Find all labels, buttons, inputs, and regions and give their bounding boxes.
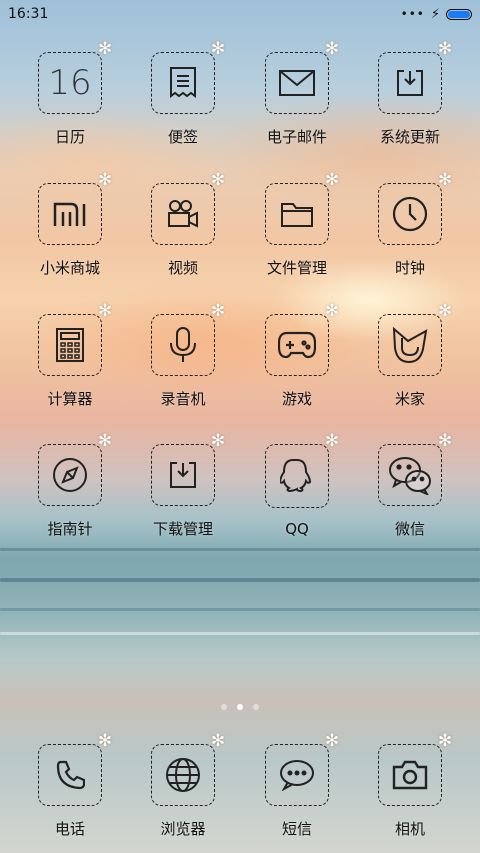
app-download-manager[interactable]: ✻ 下载管理 xyxy=(131,424,235,539)
flower-decoration-icon: ✻ xyxy=(324,301,340,321)
status-time: 16:31 xyxy=(8,6,49,22)
page-indicator-dot[interactable] xyxy=(221,704,227,710)
phone-icon: ✻ xyxy=(38,733,112,806)
microphone-icon: ✻ xyxy=(151,303,225,376)
app-label: 电子邮件 xyxy=(266,128,327,146)
app-label: 微信 xyxy=(394,520,425,538)
folder-icon: ✻ xyxy=(265,172,339,245)
flower-decoration-icon: ✻ xyxy=(324,731,340,751)
app-label: 短信 xyxy=(281,820,312,838)
status-bar: 16:31 ••• ⚡ xyxy=(0,0,480,28)
app-mi-store[interactable]: ✻ 小米商城 xyxy=(18,163,122,278)
video-icon: ✻ xyxy=(151,172,225,245)
flower-decoration-icon: ✻ xyxy=(437,301,453,321)
gamepad-icon: ✻ xyxy=(265,303,339,376)
compass-icon: ✻ xyxy=(38,433,112,506)
app-games[interactable]: ✻ 游戏 xyxy=(245,294,349,409)
app-label: 浏览器 xyxy=(160,820,206,838)
wechat-icon: ✻ xyxy=(378,433,452,506)
flower-decoration-icon: ✻ xyxy=(210,431,226,451)
app-qq[interactable]: ✻ QQ xyxy=(245,424,349,539)
flower-decoration-icon: ✻ xyxy=(437,431,453,451)
app-label: 日历 xyxy=(54,128,85,146)
app-recorder[interactable]: ✻ 录音机 xyxy=(131,294,235,409)
dock-phone[interactable]: ✻ 电话 xyxy=(18,724,122,839)
wave xyxy=(0,632,480,635)
app-clock[interactable]: ✻ 时钟 xyxy=(358,163,462,278)
flower-decoration-icon: ✻ xyxy=(210,731,226,751)
mi-store-icon: ✻ xyxy=(38,172,112,245)
flower-decoration-icon: ✻ xyxy=(97,301,113,321)
camera-icon: ✻ xyxy=(378,733,452,806)
app-label: 文件管理 xyxy=(266,259,327,277)
calendar-date: 16 xyxy=(48,63,92,103)
mail-icon: ✻ xyxy=(265,41,339,114)
notes-icon: ✻ xyxy=(151,41,225,114)
flower-decoration-icon: ✻ xyxy=(437,731,453,751)
dock-camera[interactable]: ✻ 相机 xyxy=(358,724,462,839)
status-more-dots: ••• xyxy=(400,7,425,21)
app-label: 相机 xyxy=(394,820,425,838)
flower-decoration-icon: ✻ xyxy=(97,170,113,190)
app-compass[interactable]: ✻ 指南针 xyxy=(18,424,122,539)
charging-icon: ⚡ xyxy=(430,6,440,22)
app-label: 系统更新 xyxy=(379,128,440,146)
system-update-icon: ✻ xyxy=(378,41,452,114)
flower-decoration-icon: ✻ xyxy=(97,39,113,59)
app-notes[interactable]: ✻ 便签 xyxy=(131,32,235,147)
message-icon: ✻ xyxy=(265,733,339,806)
wave xyxy=(0,608,480,611)
battery-icon xyxy=(446,8,472,20)
flower-decoration-icon: ✻ xyxy=(437,170,453,190)
app-label: 游戏 xyxy=(281,390,312,408)
browser-globe-icon: ✻ xyxy=(151,733,225,806)
flower-decoration-icon: ✻ xyxy=(437,39,453,59)
app-label: 下载管理 xyxy=(152,520,213,538)
app-calendar[interactable]: 16 ✻ 日历 xyxy=(18,32,122,147)
app-mijia[interactable]: ✻ 米家 xyxy=(358,294,462,409)
app-label: 时钟 xyxy=(394,259,425,277)
app-label: QQ xyxy=(285,520,309,538)
app-calculator[interactable]: ✻ 计算器 xyxy=(18,294,122,409)
dock-browser[interactable]: ✻ 浏览器 xyxy=(131,724,235,839)
app-mail[interactable]: ✻ 电子邮件 xyxy=(245,32,349,147)
page-indicator-dot-active[interactable] xyxy=(237,704,243,710)
app-label: 电话 xyxy=(54,820,85,838)
flower-decoration-icon: ✻ xyxy=(324,431,340,451)
flower-decoration-icon: ✻ xyxy=(210,301,226,321)
calculator-icon: ✻ xyxy=(38,303,112,376)
app-label: 便签 xyxy=(167,128,198,146)
flower-decoration-icon: ✻ xyxy=(97,731,113,751)
flower-decoration-icon: ✻ xyxy=(210,170,226,190)
app-label: 小米商城 xyxy=(39,259,100,277)
app-label: 视频 xyxy=(167,259,198,277)
flower-decoration-icon: ✻ xyxy=(324,39,340,59)
app-label: 录音机 xyxy=(160,390,206,408)
app-video[interactable]: ✻ 视频 xyxy=(131,163,235,278)
page-indicator-dot[interactable] xyxy=(253,704,259,710)
flower-decoration-icon: ✻ xyxy=(210,39,226,59)
app-wechat[interactable]: ✻ 微信 xyxy=(358,424,462,539)
dock-messages[interactable]: ✻ 短信 xyxy=(245,724,349,839)
app-label: 计算器 xyxy=(47,390,93,408)
flower-decoration-icon: ✻ xyxy=(97,431,113,451)
app-file-manager[interactable]: ✻ 文件管理 xyxy=(245,163,349,278)
flower-decoration-icon: ✻ xyxy=(324,170,340,190)
mijia-icon: ✻ xyxy=(378,303,452,376)
app-label: 指南针 xyxy=(47,520,93,538)
app-system-update[interactable]: ✻ 系统更新 xyxy=(358,32,462,147)
download-icon: ✻ xyxy=(151,433,225,506)
app-label: 米家 xyxy=(394,390,425,408)
calendar-icon: 16 ✻ xyxy=(38,41,112,114)
wave xyxy=(0,578,480,582)
clock-icon: ✻ xyxy=(378,172,452,245)
qq-icon: ✻ xyxy=(265,433,339,508)
wave xyxy=(0,548,480,551)
